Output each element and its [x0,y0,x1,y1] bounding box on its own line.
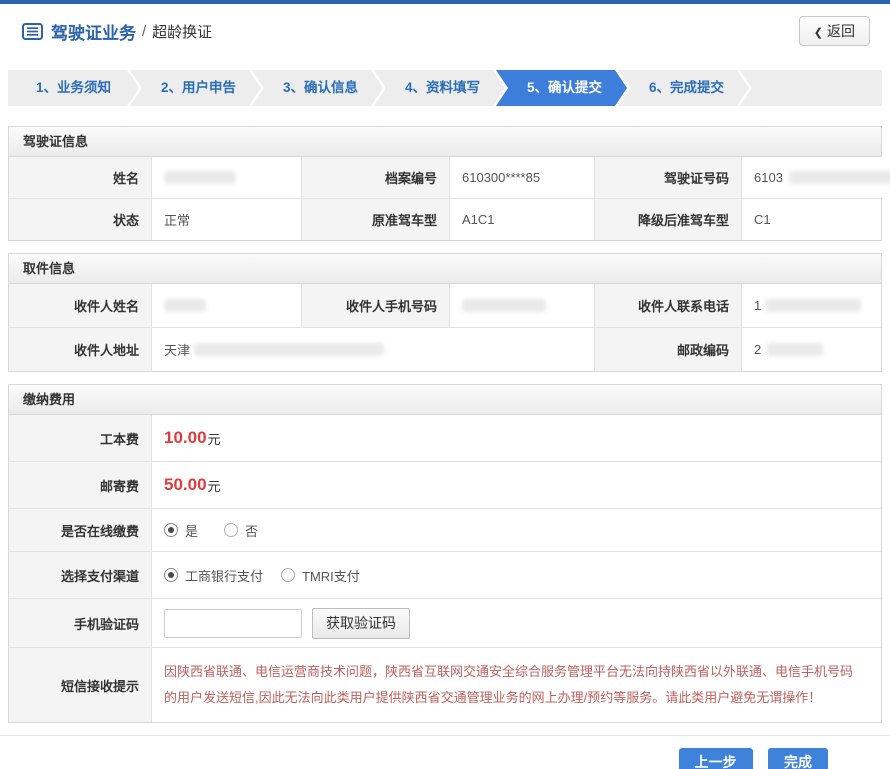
sms-code-controls: 获取验证码 [151,599,881,647]
production-fee-unit: 元 [207,431,221,447]
section-pickup-title: 取件信息 [9,254,881,284]
finish-button[interactable]: 完成 [768,748,828,769]
recipient-address-label: 收件人地址 [9,328,151,371]
breadcrumb-current: 超龄换证 [152,23,213,41]
back-button[interactable]: ❮ 返回 [798,16,870,46]
sms-notice-row: 短信接收提示 因陕西省联通、电信运营商技术问题，陕西省互联网交通安全综合服务管理… [9,647,881,722]
recipient-tel-value: 1 [741,284,881,327]
footer-actions: 上一步 完成 [0,735,890,769]
postage-fee-label: 邮寄费 [9,462,151,508]
recipient-mobile-label: 收件人手机号码 [301,284,449,327]
section-pickup-info: 取件信息 收件人姓名 收件人手机号码 收件人联系电话 1 收件人地址 天津 邮政… [8,253,882,372]
page-header: 驾驶证业务 / 超龄换证 ❮ 返回 [0,4,890,58]
previous-step-button[interactable]: 上一步 [678,748,753,769]
page-title: 驾驶证业务 [51,23,136,43]
online-pay-row: 是否在线缴费 是 否 [9,508,881,551]
wizard-step-4[interactable]: 4、资料填写 [374,70,505,106]
back-chevron-icon: ❮ [813,27,823,39]
online-pay-yes-label: 是 [185,523,199,539]
postal-code-label: 邮政编码 [594,328,741,371]
pay-channel-row: 选择支付渠道 工商银行支付 TMRI支付 [9,551,881,598]
downgraded-class-value: C1 [741,199,881,240]
wizard-step-3[interactable]: 3、确认信息 [252,70,383,106]
redacted-recipient-name [164,299,206,312]
breadcrumb-separator: / [142,22,147,40]
pay-channel-options: 工商银行支付 TMRI支付 [151,552,881,598]
postal-code-value: 2 [741,328,881,371]
channel-tmri-label: TMRI支付 [302,568,360,584]
radio-checked-icon[interactable] [164,523,178,537]
sms-code-input[interactable] [164,608,302,638]
redacted-recipient-address [194,343,385,356]
wizard-step-5-active[interactable]: 5、确认提交 [496,70,627,106]
postage-fee-amount: 50.00 [164,475,207,494]
status-label: 状态 [9,199,151,240]
redacted-recipient-tel [765,299,862,312]
sms-notice-cell: 因陕西省联通、电信运营商技术问题，陕西省互联网交通安全综合服务管理平台无法向持陕… [151,648,881,722]
wizard-step-2[interactable]: 2、用户申告 [130,70,261,106]
license-no-label: 驾驶证号码 [594,157,741,198]
channel-icbc-option[interactable]: 工商银行支付 [164,566,263,585]
recipient-name-label: 收件人姓名 [9,284,151,327]
wizard-step-6[interactable]: 6、完成提交 [618,70,749,106]
channel-icbc-label: 工商银行支付 [185,568,264,584]
wizard-step-1[interactable]: 1、业务须知 [8,70,139,106]
status-value: 正常 [151,199,301,240]
sms-code-row: 手机验证码 获取验证码 [9,598,881,647]
name-label: 姓名 [9,157,151,198]
step-wizard: 1、业务须知 2、用户申告 3、确认信息 4、资料填写 5、确认提交 6、完成提… [8,70,882,106]
recipient-tel-label: 收件人联系电话 [594,284,741,327]
online-pay-no-label: 否 [245,523,259,539]
production-fee-value: 10.00 元 [151,415,881,461]
table-row: 状态 正常 原准驾车型 A1C1 降级后准驾车型 C1 [9,198,881,240]
section-license-title: 驾驶证信息 [9,127,881,157]
table-row: 收件人地址 天津 邮政编码 2 [9,327,881,371]
table-row: 姓名 档案编号 610300****85 驾驶证号码 6103 [9,157,890,198]
license-services-icon [22,22,43,40]
online-pay-no-option[interactable]: 否 [224,521,258,540]
file-no-value: 610300****85 [449,157,594,198]
sms-notice-label: 短信接收提示 [9,648,151,722]
redacted-license-no [788,171,890,184]
pay-channel-label: 选择支付渠道 [9,552,151,598]
back-button-label: 返回 [827,23,855,39]
redacted-postal-code [767,343,824,356]
section-license-info: 驾驶证信息 姓名 档案编号 610300****85 驾驶证号码 6103 状态… [8,126,890,241]
wizard-filler [740,70,882,106]
radio-unchecked-icon[interactable] [281,568,296,582]
license-no-value: 6103 [741,157,890,198]
recipient-name-value [151,284,301,327]
section-payment: 缴纳费用 工本费 10.00 元 邮寄费 50.00 元 是否在线缴费 是 否 选择… [8,384,882,723]
file-no-label: 档案编号 [301,157,449,198]
postage-fee-row: 邮寄费 50.00 元 [9,461,881,508]
recipient-address-value: 天津 [151,328,594,371]
production-fee-row: 工本费 10.00 元 [9,415,881,461]
redacted-name [164,171,236,184]
downgraded-class-label: 降级后准驾车型 [594,199,741,240]
production-fee-label: 工本费 [9,415,151,461]
get-sms-code-button[interactable]: 获取验证码 [312,607,410,639]
name-value [151,157,301,198]
orig-class-value: A1C1 [449,199,594,240]
radio-checked-icon[interactable] [164,568,178,582]
recipient-mobile-value [449,284,594,327]
online-pay-yes-option[interactable]: 是 [164,521,198,540]
online-pay-options: 是 否 [151,509,881,551]
redacted-recipient-mobile [462,299,546,312]
sms-code-label: 手机验证码 [9,599,151,647]
postage-fee-unit: 元 [207,478,221,494]
channel-tmri-option[interactable]: TMRI支付 [281,566,360,585]
sms-notice-text: 因陕西省联通、电信运营商技术问题，陕西省互联网交通安全综合服务管理平台无法向持陕… [164,664,854,705]
section-payment-title: 缴纳费用 [9,385,881,415]
postage-fee-value: 50.00 元 [151,462,881,508]
online-pay-label: 是否在线缴费 [9,509,151,551]
orig-class-label: 原准驾车型 [301,199,449,240]
production-fee-amount: 10.00 [164,428,207,447]
radio-unchecked-icon[interactable] [224,523,239,537]
table-row: 收件人姓名 收件人手机号码 收件人联系电话 1 [9,284,881,327]
